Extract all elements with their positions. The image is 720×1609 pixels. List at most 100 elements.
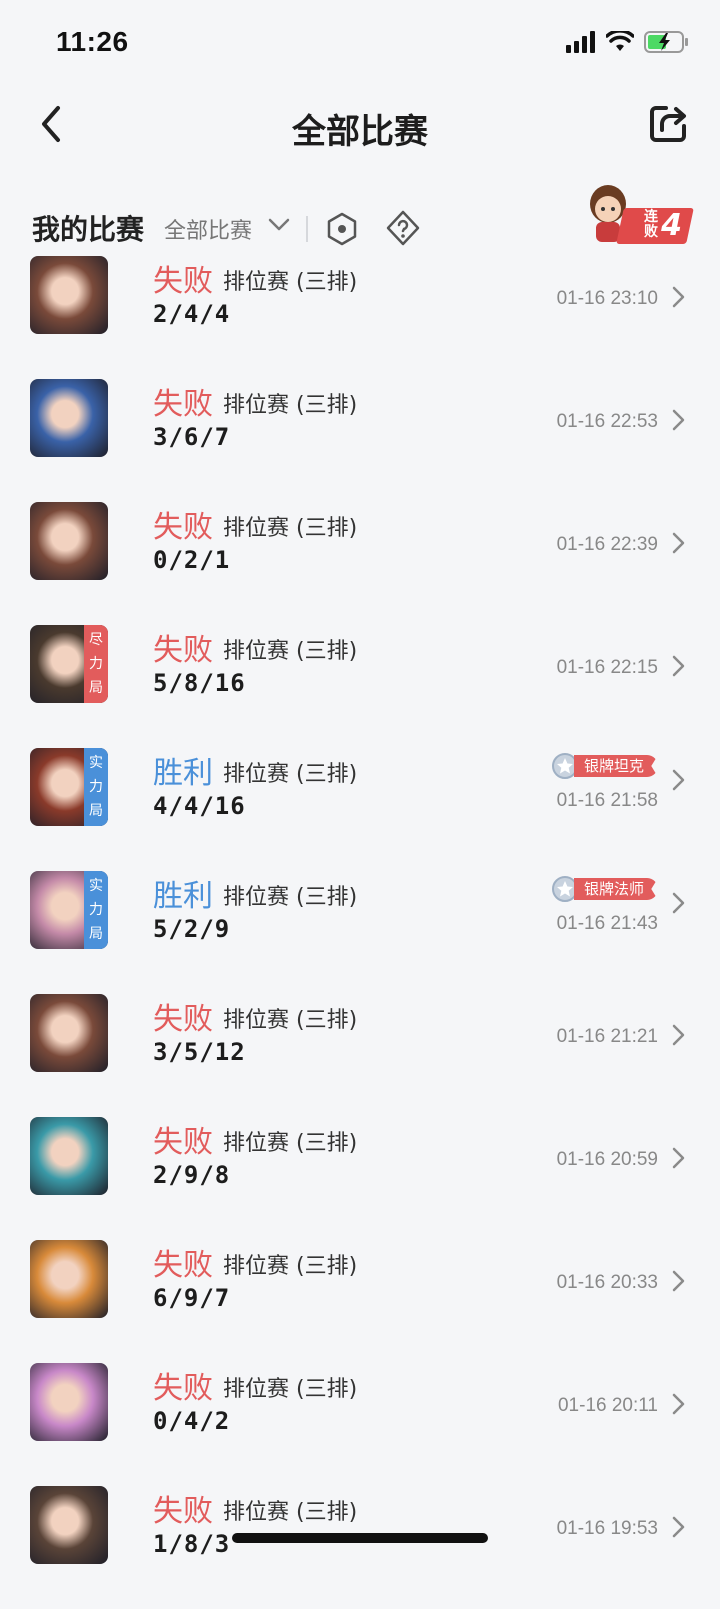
- match-mode: 排位赛 (三排): [223, 1377, 358, 1402]
- match-row[interactable]: 实力局 胜利 排位赛 (三排) 4/4/16 银牌坦克 01-16 21:58: [0, 748, 720, 871]
- match-kda: 3/6/7: [153, 423, 231, 451]
- match-mode: 排位赛 (三排): [223, 1008, 358, 1033]
- match-row[interactable]: 失败 排位赛 (三排) 2/4/4 01-16 23:10: [0, 256, 720, 379]
- hero-portrait: [30, 994, 108, 1072]
- match-result: 失败: [153, 387, 213, 422]
- match-quality-tag: 尽力局: [84, 625, 108, 703]
- match-result: 失败: [153, 1494, 213, 1529]
- match-row[interactable]: 失败 排位赛 (三排) 6/9/7 01-16 20:33: [0, 1240, 720, 1363]
- home-indicator: [232, 1533, 488, 1543]
- medal-badge: 银牌坦克: [548, 752, 658, 780]
- match-mode: 排位赛 (三排): [223, 639, 358, 664]
- medal-label: 银牌法师: [573, 878, 658, 900]
- match-time: 01-16 21:43: [556, 913, 658, 934]
- match-kda: 0/2/1: [153, 546, 231, 574]
- hexagon-filter-icon[interactable]: [326, 212, 358, 246]
- hero-avatar: [30, 1486, 108, 1564]
- chevron-right-icon[interactable]: [670, 654, 686, 678]
- match-row[interactable]: 失败 排位赛 (三排) 2/9/8 01-16 20:59: [0, 1117, 720, 1240]
- match-row[interactable]: 尽力局 失败 排位赛 (三排) 5/8/16 01-16 22:15: [0, 625, 720, 748]
- chevron-down-icon[interactable]: [268, 218, 290, 232]
- match-kda: 2/4/4: [153, 300, 231, 328]
- divider: [306, 216, 308, 242]
- chevron-right-icon[interactable]: [670, 531, 686, 555]
- match-row[interactable]: 实力局 胜利 排位赛 (三排) 5/2/9 银牌法师 01-16 21:43: [0, 871, 720, 994]
- signal-icon: [566, 31, 595, 53]
- wifi-icon: [606, 31, 634, 51]
- match-result: 失败: [153, 264, 213, 299]
- chevron-right-icon[interactable]: [670, 1515, 686, 1539]
- hero-portrait: [30, 1240, 108, 1318]
- match-result: 胜利: [153, 879, 213, 914]
- match-time: 01-16 19:53: [556, 1518, 658, 1539]
- share-icon[interactable]: [648, 102, 690, 144]
- status-icons: [566, 30, 690, 54]
- streak-count: 4: [661, 208, 682, 243]
- match-row[interactable]: 失败 排位赛 (三排) 3/5/12 01-16 21:21: [0, 994, 720, 1117]
- match-mode: 排位赛 (三排): [223, 270, 358, 295]
- chevron-right-icon[interactable]: [670, 408, 686, 432]
- match-result: 失败: [153, 1002, 213, 1037]
- status-time: 11:26: [56, 26, 129, 57]
- chevron-right-icon[interactable]: [670, 285, 686, 309]
- match-mode: 排位赛 (三排): [223, 1254, 358, 1279]
- match-kda: 3/5/12: [153, 1038, 246, 1066]
- match-time: 01-16 20:11: [557, 1395, 658, 1416]
- streak-label: 连败: [644, 209, 658, 240]
- match-mode: 排位赛 (三排): [223, 762, 358, 787]
- my-matches-label: 我的比赛: [32, 213, 145, 246]
- match-mode: 排位赛 (三排): [223, 393, 358, 418]
- match-time: 01-16 21:21: [556, 1026, 658, 1047]
- match-result: 失败: [153, 1248, 213, 1283]
- hero-avatar: [30, 256, 108, 334]
- match-result: 胜利: [153, 756, 213, 791]
- medal-label: 银牌坦克: [573, 755, 658, 777]
- match-mode: 排位赛 (三排): [223, 1131, 358, 1156]
- match-result: 失败: [153, 1125, 213, 1160]
- match-row[interactable]: 失败 排位赛 (三排) 3/6/7 01-16 22:53: [0, 379, 720, 502]
- match-time: 01-16 22:15: [556, 657, 658, 678]
- match-time: 01-16 20:59: [556, 1149, 658, 1170]
- match-quality-tag: 实力局: [84, 748, 108, 826]
- chevron-right-icon[interactable]: [670, 1023, 686, 1047]
- hero-avatar: [30, 1117, 108, 1195]
- chevron-right-icon[interactable]: [670, 1392, 686, 1416]
- nav-bar: 全部比赛: [0, 88, 720, 168]
- match-time: 01-16 20:33: [556, 1272, 658, 1293]
- match-kda: 5/8/16: [153, 669, 246, 697]
- hero-avatar: [30, 502, 108, 580]
- match-mode: 排位赛 (三排): [223, 885, 358, 910]
- hero-avatar: 实力局: [30, 871, 108, 949]
- match-time: 01-16 23:10: [556, 288, 658, 309]
- match-kda: 1/8/3: [153, 1530, 231, 1558]
- match-filter-dropdown[interactable]: 全部比赛: [164, 213, 252, 245]
- hero-avatar: [30, 994, 108, 1072]
- chevron-right-icon[interactable]: [670, 1146, 686, 1170]
- chevron-right-icon[interactable]: [670, 768, 686, 792]
- help-icon[interactable]: [386, 210, 420, 246]
- hero-avatar: 实力局: [30, 748, 108, 826]
- match-time: 01-16 22:39: [556, 534, 658, 555]
- match-kda: 0/4/2: [153, 1407, 231, 1435]
- battery-icon: [644, 31, 688, 53]
- match-mode: 排位赛 (三排): [223, 1500, 358, 1525]
- match-time: 01-16 21:58: [556, 790, 658, 811]
- chevron-right-icon[interactable]: [670, 1269, 686, 1293]
- match-row[interactable]: 失败 排位赛 (三排) 1/8/3 01-16 19:53: [0, 1486, 720, 1609]
- chevron-right-icon[interactable]: [670, 891, 686, 915]
- medal-badge: 银牌法师: [548, 875, 658, 903]
- hero-portrait: [30, 256, 108, 334]
- hero-portrait: [30, 379, 108, 457]
- hero-avatar: 尽力局: [30, 625, 108, 703]
- hero-portrait: [30, 502, 108, 580]
- match-kda: 6/9/7: [153, 1284, 231, 1312]
- match-row[interactable]: 失败 排位赛 (三排) 0/2/1 01-16 22:39: [0, 502, 720, 625]
- match-result: 失败: [153, 1371, 213, 1406]
- match-result: 失败: [153, 510, 213, 545]
- hero-portrait: [30, 1117, 108, 1195]
- hero-avatar: [30, 1363, 108, 1441]
- match-kda: 4/4/16: [153, 792, 246, 820]
- match-kda: 2/9/8: [153, 1161, 231, 1189]
- match-row[interactable]: 失败 排位赛 (三排) 0/4/2 01-16 20:11: [0, 1363, 720, 1486]
- match-result: 失败: [153, 633, 213, 668]
